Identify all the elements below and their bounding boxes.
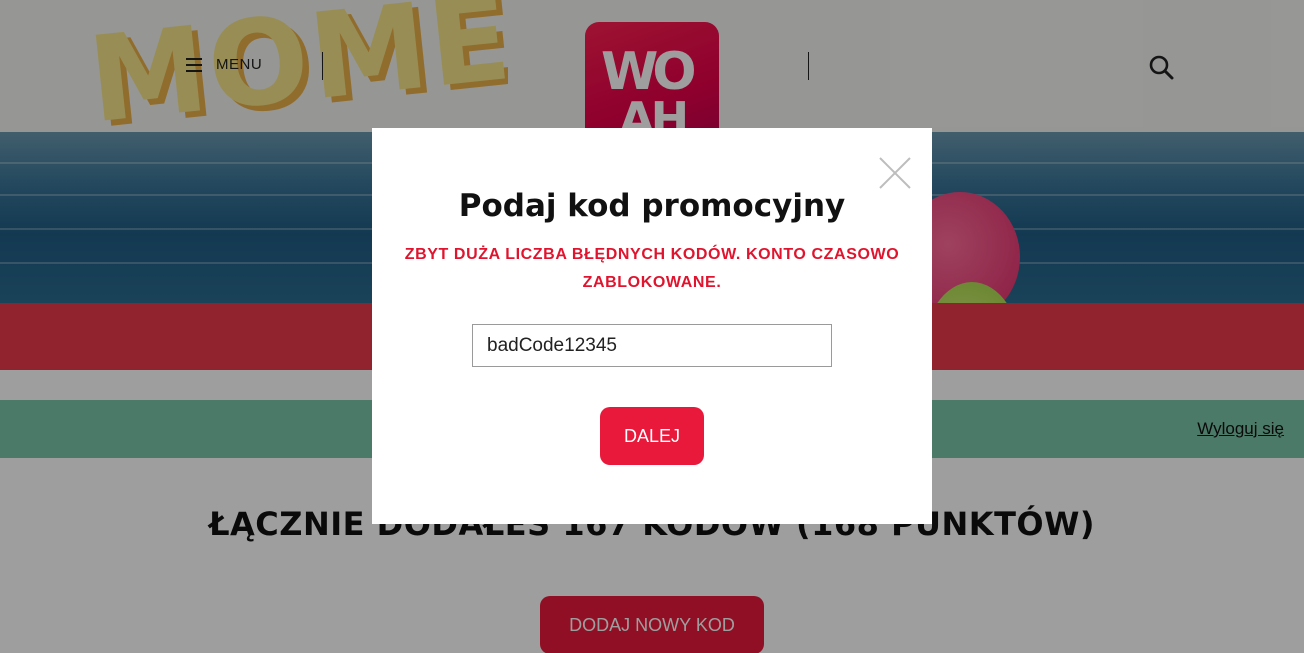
submit-button[interactable]: DALEJ <box>600 407 704 465</box>
close-icon[interactable] <box>878 156 912 190</box>
promo-code-input[interactable] <box>472 324 832 367</box>
promo-code-modal: Podaj kod promocyjny ZBYT DUŻA LICZBA BŁ… <box>372 128 932 524</box>
error-message: ZBYT DUŻA LICZBA BŁĘDNYCH KODÓW. KONTO C… <box>404 246 900 291</box>
modal-title: Podaj kod promocyjny <box>458 188 846 224</box>
